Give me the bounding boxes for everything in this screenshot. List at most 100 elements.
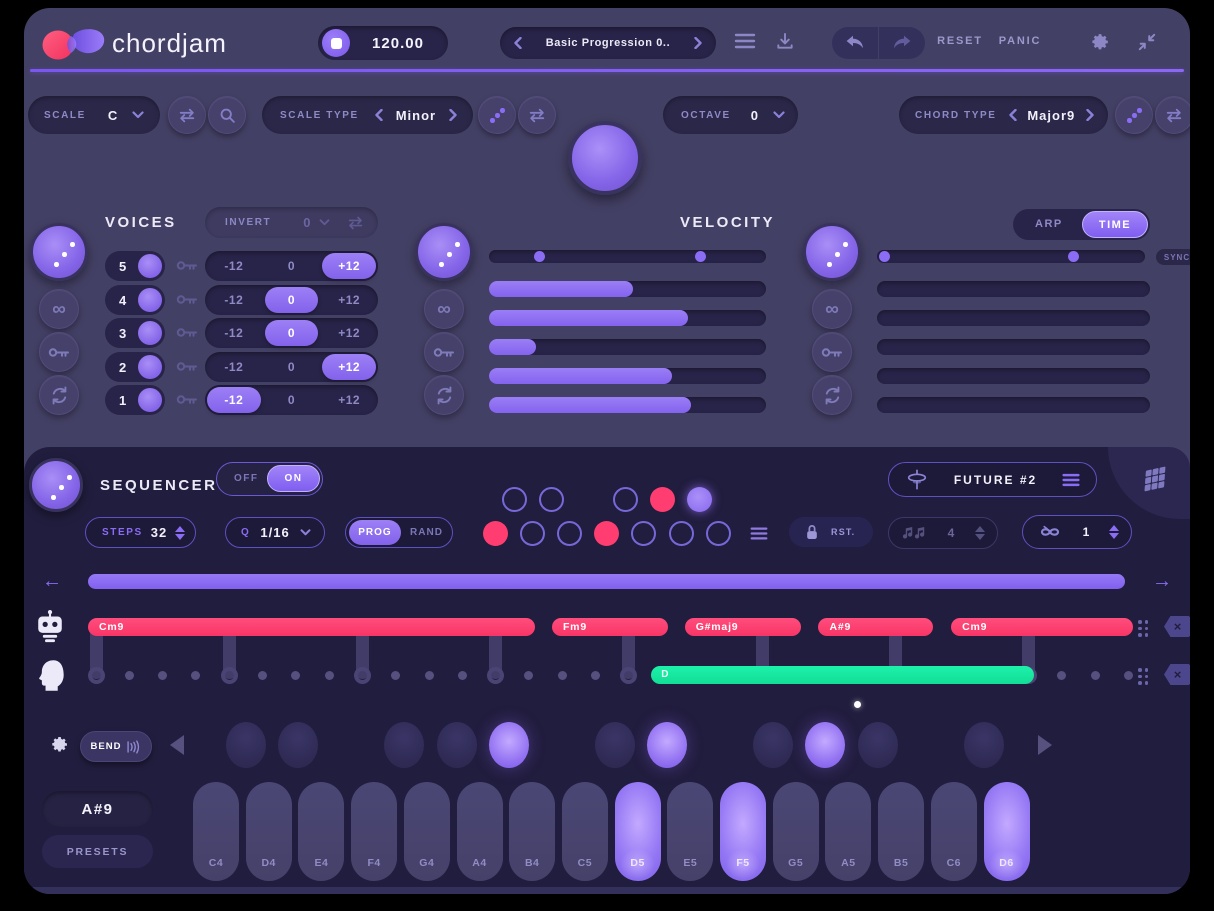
- arp-time-toggle[interactable]: ARP TIME: [1013, 209, 1150, 240]
- key-lock-icon[interactable]: [176, 292, 198, 312]
- on-option-selected[interactable]: ON: [267, 465, 320, 492]
- black-key-D#4[interactable]: [278, 722, 319, 768]
- panic-button[interactable]: PANIC: [990, 35, 1050, 47]
- main-knob[interactable]: [568, 121, 642, 195]
- sync-toggle[interactable]: SYNC: [1156, 249, 1190, 265]
- velocity-dice-knob[interactable]: [415, 223, 473, 281]
- note-circle-A[interactable]: [668, 521, 694, 546]
- keyboard-scroll-left[interactable]: [170, 735, 184, 755]
- note-circle-C#[interactable]: [501, 487, 527, 512]
- chord-type-prev-icon[interactable]: [1008, 109, 1017, 121]
- key-C4[interactable]: C4: [193, 782, 239, 881]
- velocity-slider-5[interactable]: [489, 397, 766, 413]
- key-F4[interactable]: F4: [351, 782, 398, 881]
- note-circle-G[interactable]: [630, 521, 656, 546]
- note-circle-F[interactable]: [593, 521, 619, 546]
- voice-2-toggle[interactable]: 2: [105, 351, 165, 382]
- key-D4[interactable]: D4: [245, 782, 292, 881]
- transpose-option-0[interactable]: 0: [265, 354, 319, 380]
- loop-control[interactable]: 1: [1022, 515, 1132, 549]
- search-icon[interactable]: [208, 96, 246, 134]
- key-G5[interactable]: G5: [772, 782, 819, 881]
- melody-block-D[interactable]: D: [651, 666, 1034, 684]
- chord-block-G#maj9[interactable]: G#maj9: [684, 618, 801, 636]
- black-key-A#4[interactable]: [489, 722, 530, 768]
- key-A4[interactable]: A4: [456, 782, 503, 881]
- rand-option[interactable]: RAND: [410, 527, 443, 538]
- key-E4[interactable]: E4: [298, 782, 345, 881]
- voice-1-toggle[interactable]: 1: [105, 385, 165, 415]
- voices-key-lock-button[interactable]: [39, 332, 79, 372]
- menu-icon[interactable]: [734, 33, 756, 49]
- voice-on-indicator[interactable]: [138, 354, 162, 379]
- note-circle-D[interactable]: [519, 521, 545, 546]
- chord-block-Fm9[interactable]: Fm9: [551, 618, 668, 636]
- chord-type-swap-button[interactable]: [1155, 96, 1190, 134]
- bend-gear-icon[interactable]: [50, 735, 69, 759]
- chord-type-value[interactable]: Major9: [1027, 108, 1075, 123]
- invert-swap-icon[interactable]: [347, 216, 364, 230]
- black-key-C#4[interactable]: [225, 722, 266, 768]
- quantize-control[interactable]: Q 1/16: [225, 517, 325, 548]
- key-C6[interactable]: C6: [930, 782, 977, 881]
- reset-button[interactable]: RESET: [930, 35, 990, 47]
- preset-name[interactable]: Basic Progression 0..: [546, 37, 670, 49]
- scale-swap-button[interactable]: [168, 96, 206, 134]
- bpm-value[interactable]: 120.00: [356, 35, 440, 52]
- black-key-G#4[interactable]: [436, 722, 477, 768]
- scale-type-prev-icon[interactable]: [375, 109, 383, 121]
- key-B4[interactable]: B4: [509, 782, 556, 881]
- note-circle-E[interactable]: [556, 521, 582, 546]
- note-circle-C[interactable]: [482, 521, 508, 546]
- reset-lock-control[interactable]: RST.: [789, 517, 873, 547]
- transpose-option-0[interactable]: 0: [265, 387, 319, 413]
- note-circle-G#[interactable]: [649, 487, 675, 512]
- play-stop-button[interactable]: [322, 29, 350, 57]
- velocity-refresh-button[interactable]: [424, 375, 464, 415]
- presets-button[interactable]: PRESETS: [42, 835, 153, 868]
- sequencer-preset-pill[interactable]: FUTURE #2: [888, 462, 1097, 497]
- preset-prev-icon[interactable]: [514, 37, 522, 49]
- prog-rand-toggle[interactable]: PROG RAND: [345, 517, 453, 548]
- key-D6[interactable]: D6: [983, 782, 1030, 881]
- loop-stepper[interactable]: [1109, 525, 1119, 539]
- time-dice-knob[interactable]: [803, 223, 861, 281]
- scale-type-value[interactable]: Minor: [396, 108, 436, 123]
- undo-button[interactable]: [832, 27, 878, 59]
- time-slider-3[interactable]: [877, 339, 1150, 355]
- scale-type-swap-button[interactable]: [518, 96, 556, 134]
- chord-type-next-icon[interactable]: [1086, 109, 1094, 121]
- bend-toggle[interactable]: BEND: [80, 731, 152, 762]
- transpose-option-+12[interactable]: +12: [322, 353, 377, 380]
- seq-back-arrow[interactable]: ←: [42, 571, 62, 591]
- invert-control[interactable]: INVERT 0: [205, 207, 378, 238]
- key-lock-icon[interactable]: [176, 392, 198, 412]
- voice-3-toggle[interactable]: 3: [105, 318, 165, 348]
- note-circle-A#[interactable]: [686, 487, 712, 512]
- voice-on-indicator[interactable]: [138, 321, 162, 345]
- sequence-progress-bar[interactable]: [88, 574, 1125, 589]
- key-lock-icon[interactable]: [176, 258, 198, 278]
- gear-icon[interactable]: [1090, 32, 1110, 52]
- note-circle-D#[interactable]: [538, 487, 564, 512]
- melody-row-delete-button[interactable]: ×: [1164, 664, 1190, 685]
- voice-5-toggle[interactable]: 5: [105, 251, 165, 281]
- black-key-F#4[interactable]: [383, 722, 424, 768]
- download-icon[interactable]: [775, 32, 795, 51]
- chord-row-delete-button[interactable]: ×: [1164, 616, 1190, 637]
- voice-on-indicator[interactable]: [138, 254, 162, 278]
- redo-button[interactable]: [879, 27, 925, 59]
- scale-type-dice-button[interactable]: [478, 96, 516, 134]
- seq-forward-arrow[interactable]: →: [1152, 571, 1172, 591]
- transpose-option--12[interactable]: -12: [207, 287, 261, 313]
- voice-on-indicator[interactable]: [138, 388, 162, 412]
- transpose-option--12[interactable]: -12: [207, 253, 261, 279]
- melody-row-drag-handle[interactable]: [1138, 668, 1148, 685]
- rate-control[interactable]: 4: [888, 517, 998, 549]
- robot-icon[interactable]: [34, 610, 66, 649]
- key-lock-icon[interactable]: [176, 325, 198, 345]
- time-key-lock-button[interactable]: [812, 332, 852, 372]
- sequencer-dice-knob[interactable]: [29, 458, 83, 512]
- key-D5[interactable]: D5: [614, 782, 661, 881]
- range-handle[interactable]: [533, 251, 545, 262]
